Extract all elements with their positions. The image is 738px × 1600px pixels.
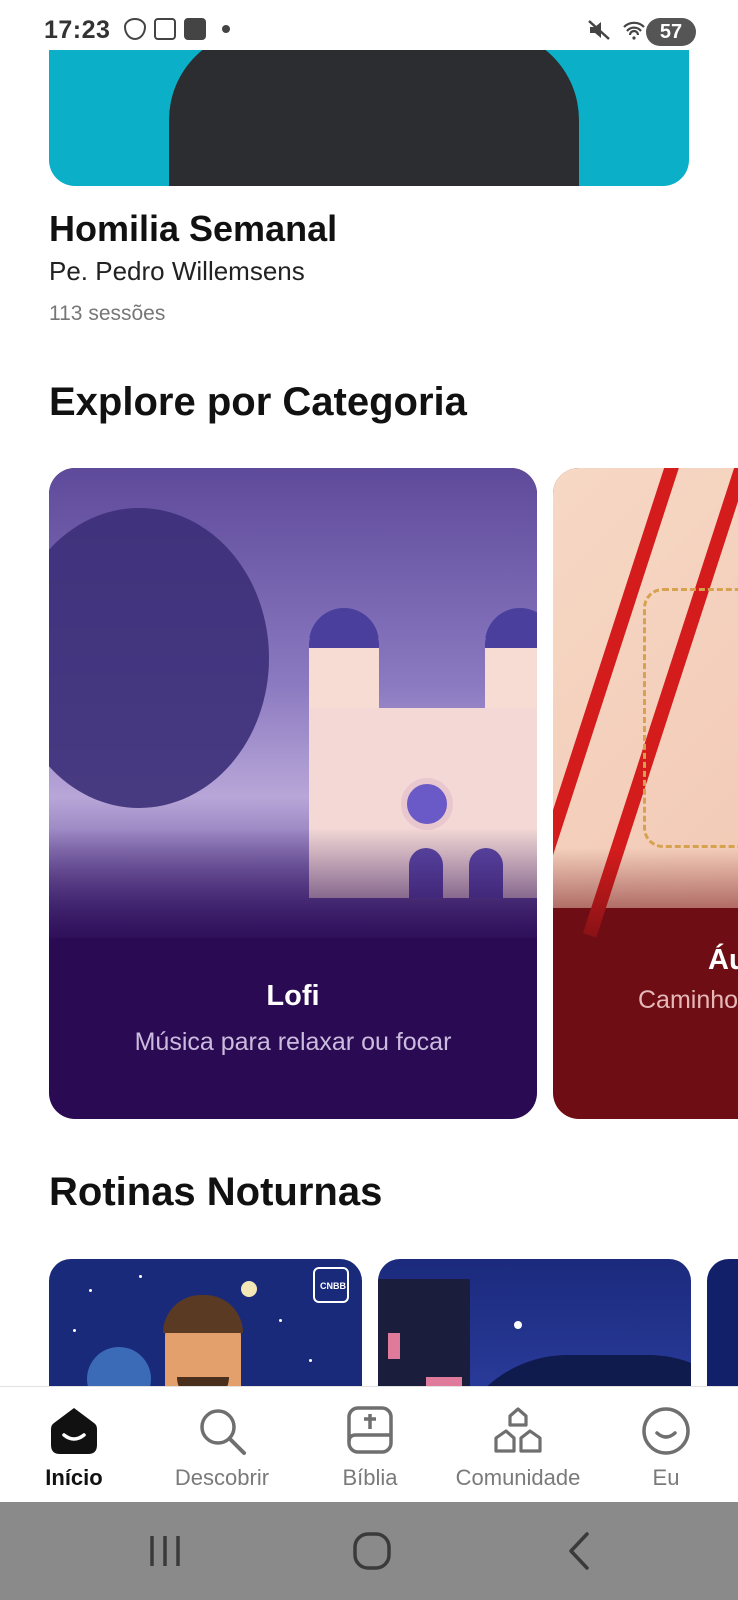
profile-icon (640, 1405, 692, 1457)
home-button-icon[interactable] (351, 1530, 393, 1572)
cnbb-logo-text: CNBB (320, 1281, 346, 1291)
nav-label: Comunidade (455, 1465, 581, 1490)
categories-section-title: Explore por Categoria (49, 380, 467, 424)
moon-icon (241, 1281, 257, 1297)
featured-sessions: 113 sessões (49, 302, 166, 325)
featured-title[interactable]: Homilia Semanal (49, 208, 337, 250)
nav-item-inicio[interactable]: Início (0, 1387, 148, 1503)
xp-icon (184, 18, 206, 40)
back-icon[interactable] (565, 1530, 593, 1572)
nav-item-biblia[interactable]: Bíblia (296, 1387, 444, 1503)
nav-item-comunidade[interactable]: Comunidade (444, 1387, 592, 1503)
bible-icon (344, 1405, 396, 1457)
category-description: Música para relaxar ou focar (134, 1028, 452, 1056)
nav-item-descobrir[interactable]: Descobrir (148, 1387, 296, 1503)
battery-indicator: 57 (646, 18, 696, 46)
status-left-icons (124, 18, 230, 40)
notification-dot-icon (222, 25, 230, 33)
wifi-icon (622, 20, 645, 40)
category-description: Caminho (638, 986, 738, 1014)
nav-item-eu[interactable]: Eu (592, 1387, 738, 1503)
featured-banner-image[interactable] (49, 50, 689, 186)
status-bar: 17:23 57 (0, 0, 738, 50)
nav-label: Bíblia (342, 1465, 398, 1490)
category-card-audio[interactable]: Áu Caminho (553, 468, 738, 1119)
category-card-lofi[interactable]: Lofi Música para relaxar ou focar (49, 468, 537, 1119)
recent-apps-icon[interactable] (148, 1530, 182, 1572)
featured-author: Pe. Pedro Willemsens (49, 256, 305, 286)
nav-label: Início (45, 1465, 103, 1490)
routines-section-title: Rotinas Noturnas (49, 1170, 383, 1214)
mute-icon (588, 20, 610, 40)
priest-figure (169, 50, 579, 186)
bottom-nav: Início Descobrir Bíblia Comunidade Eu (0, 1386, 738, 1502)
nav-label: Descobrir (174, 1465, 270, 1490)
moon-icon (514, 1321, 522, 1329)
community-icon (492, 1405, 544, 1457)
search-icon (196, 1405, 248, 1457)
vpn-icon (124, 18, 146, 40)
bible-book-illustration (553, 468, 738, 938)
category-name: Áu (708, 944, 738, 976)
key-lock-icon (154, 18, 176, 40)
home-icon (48, 1405, 100, 1457)
nav-label: Eu (652, 1465, 680, 1490)
system-nav-bar (0, 1502, 738, 1600)
status-time: 17:23 (44, 16, 111, 44)
category-name: Lofi (266, 980, 320, 1012)
